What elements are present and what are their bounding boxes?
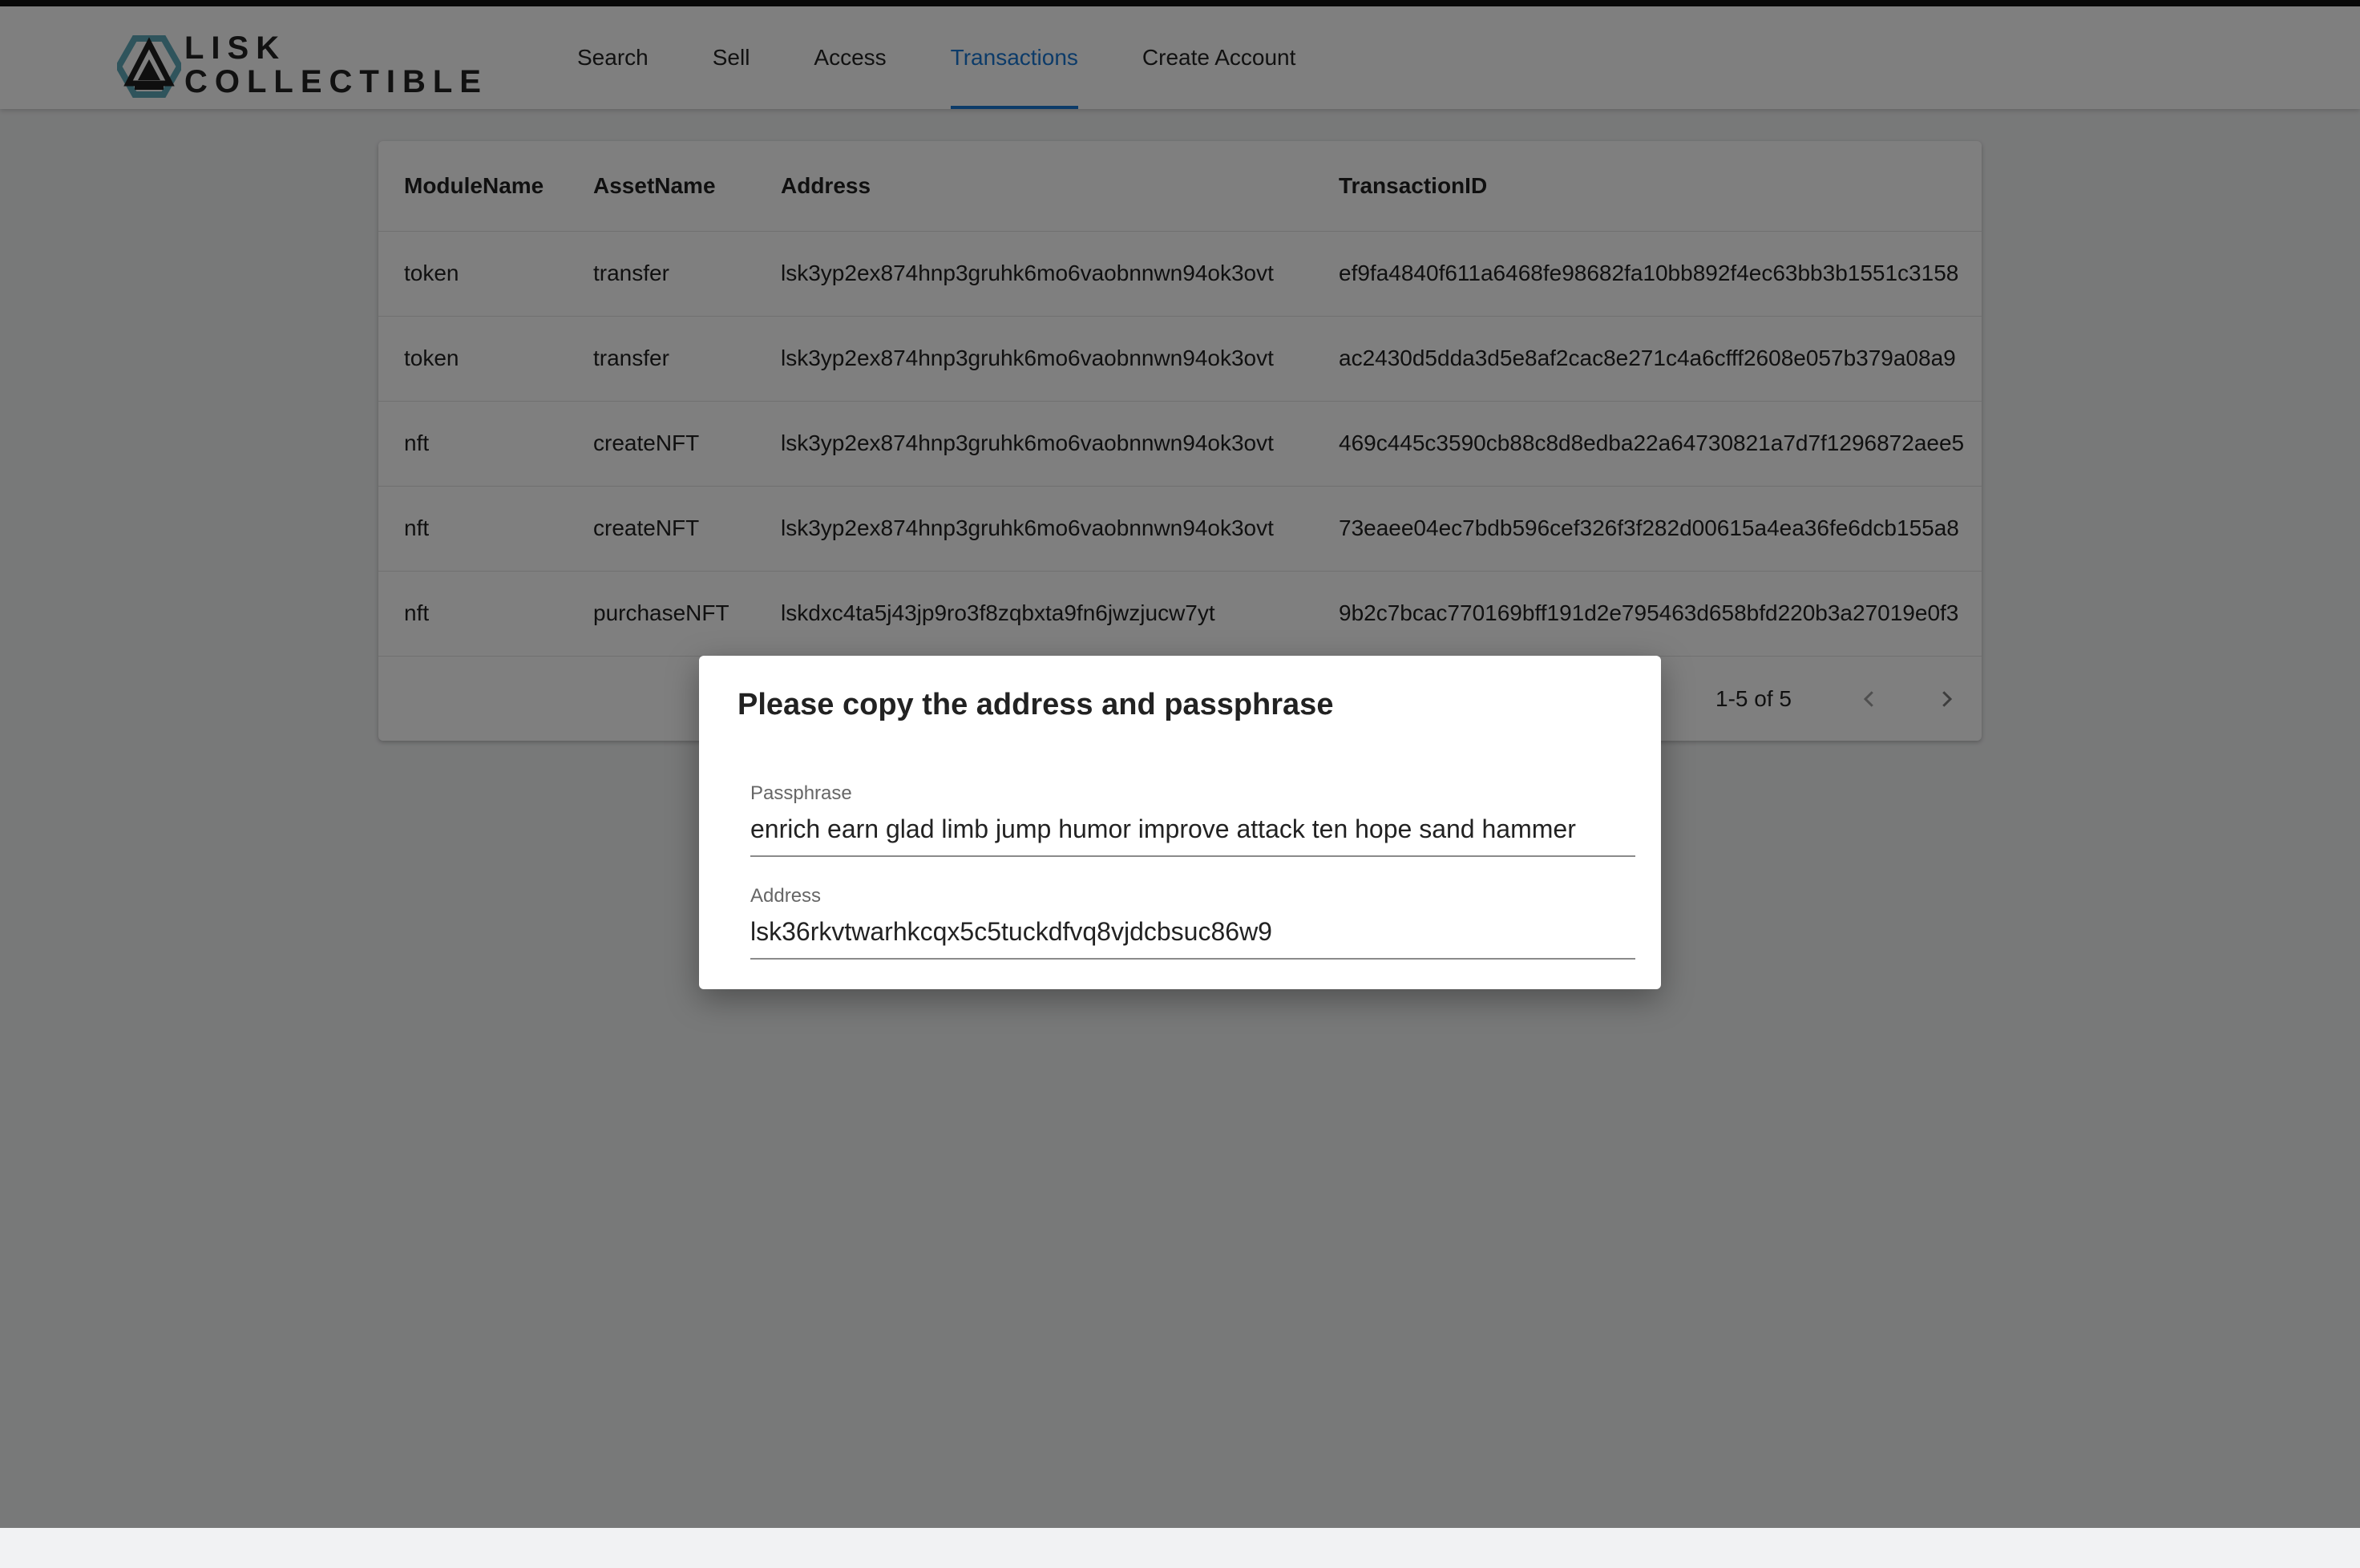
address-field[interactable]: Address lsk36rkvtwarhkcqx5c5tuckdfvq8vjd… (750, 885, 1635, 960)
address-input[interactable]: lsk36rkvtwarhkcqx5c5tuckdfvq8vjdcbsuc86w… (750, 917, 1635, 960)
passphrase-label: Passphrase (750, 782, 852, 804)
passphrase-input[interactable]: enrich earn glad limb jump humor improve… (750, 814, 1635, 857)
passphrase-field[interactable]: Passphrase enrich earn glad limb jump hu… (750, 782, 1635, 857)
credentials-dialog: Please copy the address and passphrase P… (699, 656, 1661, 989)
address-label: Address (750, 885, 822, 907)
dialog-title: Please copy the address and passphrase (738, 688, 1334, 721)
